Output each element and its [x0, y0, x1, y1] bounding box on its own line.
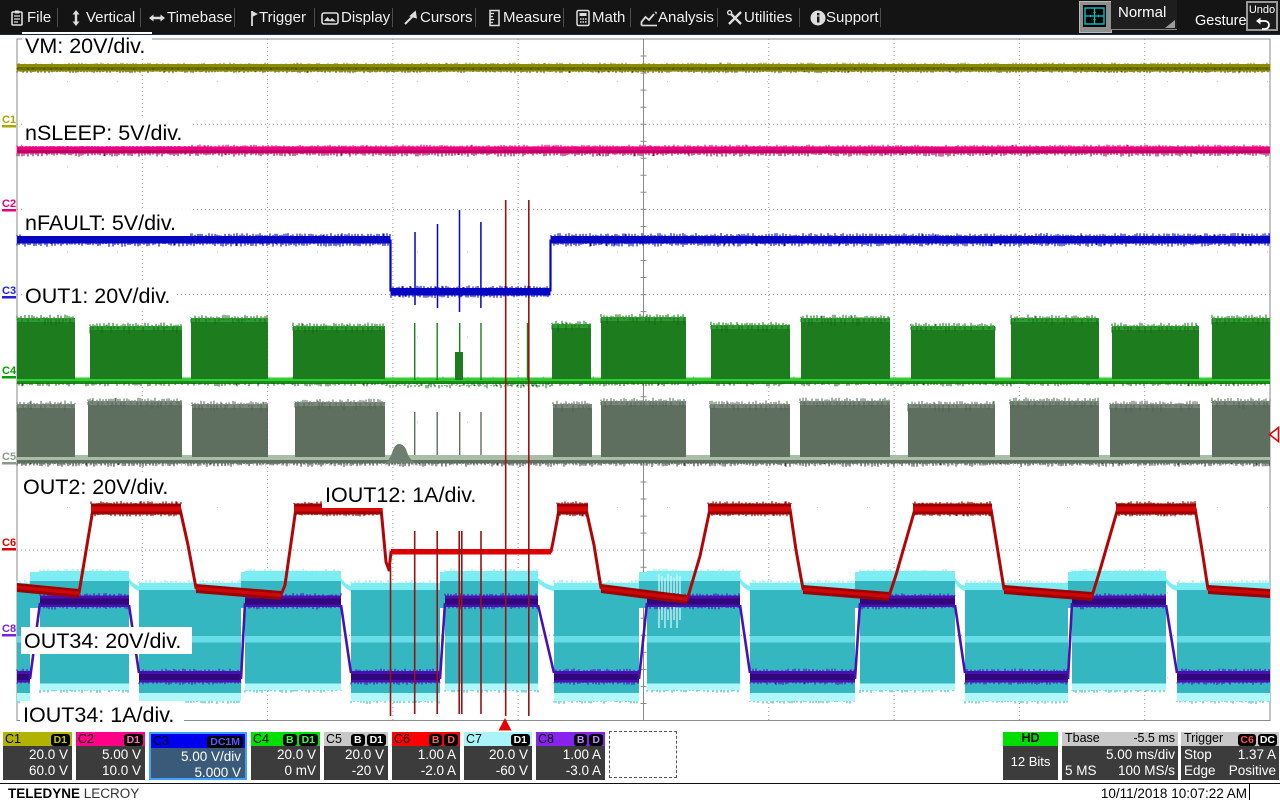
svg-text:nFAULT: 5V/div.: nFAULT: 5V/div.	[25, 211, 176, 235]
svg-text:C6: C6	[2, 537, 16, 549]
svg-text:OUT2: 20V/div.: OUT2: 20V/div.	[23, 475, 168, 499]
svg-text:C8: C8	[2, 623, 16, 635]
svg-text:C1: C1	[2, 114, 16, 126]
svg-text:C2: C2	[2, 198, 16, 210]
svg-text:VM: 20V/div.: VM: 20V/div.	[25, 34, 145, 58]
svg-text:IOUT34: 1A/div.: IOUT34: 1A/div.	[23, 703, 174, 727]
svg-text:IOUT12: 1A/div.: IOUT12: 1A/div.	[325, 483, 476, 507]
svg-text:C4: C4	[2, 365, 17, 377]
svg-text:OUT1: 20V/div.: OUT1: 20V/div.	[25, 284, 170, 308]
svg-text:C3: C3	[2, 285, 16, 297]
svg-text:OUT34: 20V/div.: OUT34: 20V/div.	[24, 629, 181, 653]
svg-text:C5: C5	[2, 451, 16, 463]
svg-text:nSLEEP: 5V/div.: nSLEEP: 5V/div.	[25, 121, 182, 145]
